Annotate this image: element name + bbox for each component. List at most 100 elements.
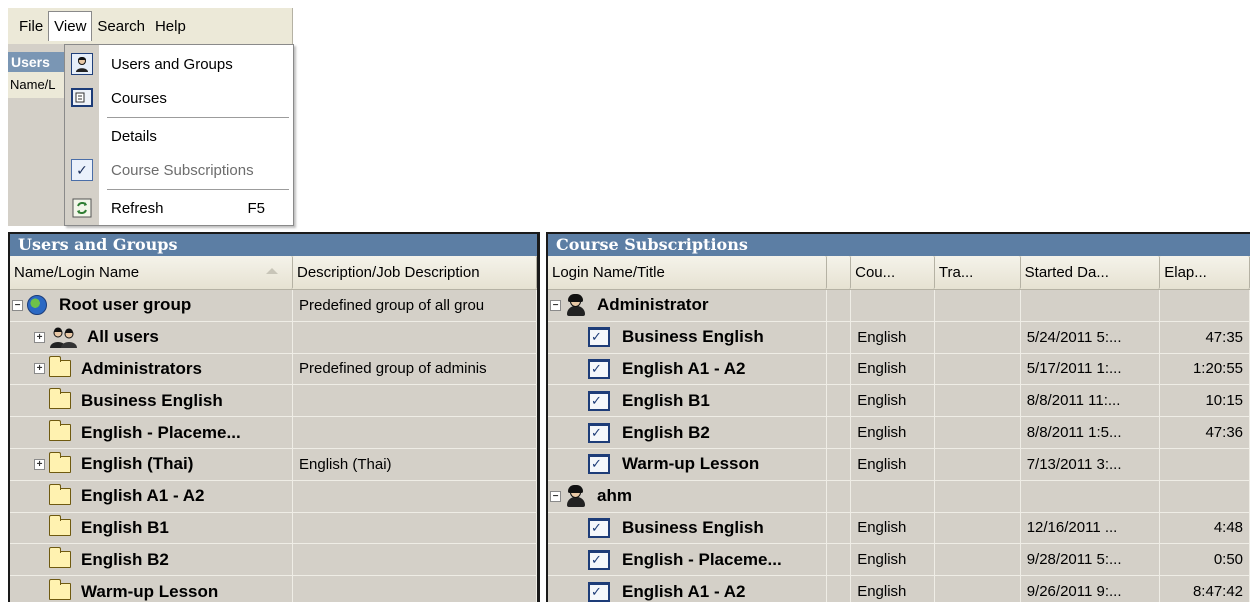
cell-name: + All users: [10, 321, 293, 353]
users-icon: [49, 326, 79, 349]
column-header-elapsed[interactable]: Elap...: [1160, 256, 1250, 289]
table-row[interactable]: + All users: [10, 321, 537, 354]
users-tree: − Root user group Predefined group of all …: [10, 290, 537, 602]
expand-icon[interactable]: +: [34, 331, 45, 343]
user-icon: [565, 485, 587, 508]
cell-started-date: 5/17/2011 1:...: [1021, 353, 1161, 385]
course-icon: [588, 517, 610, 538]
cell-description: [293, 480, 537, 512]
cell-flag: [827, 544, 852, 576]
cell-tra: [935, 417, 1021, 448]
cell-started-date: 8/8/2011 11:...: [1021, 385, 1161, 417]
menu-item-shortcut: F5: [247, 199, 265, 217]
table-row[interactable]: + Administrators Predefined group of admin…: [10, 353, 537, 386]
cell-elapsed: 47:35: [1160, 321, 1250, 353]
table-row[interactable]: Warm-up Lesson: [10, 576, 537, 602]
row-label: Administrator: [597, 295, 709, 315]
sort-ascending-icon: [266, 268, 278, 274]
cell-flag: [827, 290, 852, 321]
cell-name: English - Placeme...: [10, 417, 293, 448]
cell-started-date: 8/8/2011 1:5...: [1021, 417, 1161, 448]
collapse-icon[interactable]: −: [550, 299, 561, 311]
row-label: English B2: [622, 422, 710, 442]
collapse-icon[interactable]: −: [12, 299, 23, 311]
column-header-started-date[interactable]: Started Da...: [1020, 256, 1161, 289]
cell-name: + English (Thai): [10, 448, 293, 480]
row-label: Warm-up Lesson: [81, 581, 219, 601]
subscription-row[interactable]: English B2 English 8/8/2011 1:5...47:36: [548, 417, 1250, 449]
cell-started-date: [1020, 290, 1161, 321]
menu-file[interactable]: File: [14, 12, 48, 41]
subscription-row[interactable]: Business English English 5/24/2011 5:...47…: [548, 321, 1250, 354]
column-header-flag[interactable]: [827, 256, 852, 289]
subscription-row[interactable]: English A1 - A2 English 5/17/2011 1:...1:2…: [548, 353, 1250, 386]
column-header-course[interactable]: Cou...: [851, 256, 935, 289]
cell-tra: [934, 290, 1021, 321]
folder-icon: [49, 388, 71, 410]
menu-item-details[interactable]: Details: [65, 119, 293, 153]
table-row[interactable]: English B1: [10, 512, 537, 545]
column-header-login-title[interactable]: Login Name/Title: [548, 256, 828, 289]
row-label: English (Thai): [81, 454, 194, 474]
table-row[interactable]: English B2: [10, 544, 537, 577]
menu-item-label: Users and Groups: [111, 55, 233, 73]
cell-started-date: 9/26/2011 9:...: [1021, 576, 1161, 602]
subscription-row[interactable]: English B1 English 8/8/2011 11:...10:15: [548, 385, 1250, 418]
cell-elapsed: 1:20:55: [1160, 353, 1250, 385]
table-row[interactable]: + English (Thai) English (Thai): [10, 448, 537, 481]
subscription-row[interactable]: Business English English 12/16/2011 ...4:4…: [548, 512, 1250, 545]
cell-elapsed: 0:50: [1160, 544, 1250, 576]
cell-description: [293, 417, 537, 448]
cell-login-title: English - Placeme...: [548, 544, 828, 576]
cell-course: English: [851, 321, 935, 353]
view-menu-dropdown: Users and Groups Courses Details ✓ Cours…: [64, 44, 294, 226]
cell-description: [293, 321, 537, 353]
row-label: English B2: [81, 549, 169, 569]
cell-description: [293, 385, 537, 417]
subscription-row[interactable]: English A1 - A2 English 9/26/2011 9:...8:4…: [548, 576, 1250, 602]
menu-item-users-and-groups[interactable]: Users and Groups: [65, 47, 293, 81]
column-header-description[interactable]: Description/Job Description: [293, 256, 537, 289]
table-row[interactable]: English A1 - A2: [10, 480, 537, 513]
cell-name: + Administrators: [10, 353, 293, 385]
cell-elapsed: [1160, 448, 1250, 480]
menu-item-courses[interactable]: Courses: [65, 81, 293, 115]
collapse-icon[interactable]: −: [550, 490, 561, 502]
cell-name: Warm-up Lesson: [10, 576, 293, 602]
cell-elapsed: [1160, 290, 1250, 321]
menu-help[interactable]: Help: [150, 12, 191, 41]
cell-description: English (Thai): [293, 448, 537, 480]
menu-view[interactable]: View: [48, 11, 93, 41]
user-row[interactable]: − Administrator: [548, 290, 1250, 322]
cell-name: Business English: [10, 385, 293, 417]
cell-elapsed: 4:48: [1160, 512, 1250, 544]
row-label: English A1 - A2: [81, 486, 205, 506]
cell-flag: [827, 321, 852, 353]
cell-description: [293, 576, 537, 602]
cell-course: English: [851, 512, 935, 544]
refresh-icon: [65, 191, 99, 225]
menu-item-course-subscriptions[interactable]: ✓ Course Subscriptions: [65, 153, 293, 187]
column-header-tra[interactable]: Tra...: [934, 256, 1021, 289]
row-label: Business English: [622, 327, 764, 347]
expand-icon[interactable]: +: [34, 458, 45, 470]
subscriptions-tree: − Administrator Business English English 5/2…: [548, 290, 1250, 602]
cell-elapsed: 8:47:42: [1160, 576, 1250, 602]
table-row[interactable]: English - Placeme...: [10, 417, 537, 449]
menu-item-label: Details: [111, 127, 157, 145]
menu-item-refresh[interactable]: Refresh F5: [65, 191, 293, 225]
panel-title: Course Subscriptions: [548, 234, 1250, 256]
row-label: All users: [87, 327, 159, 347]
table-row[interactable]: − Root user group Predefined group of all …: [10, 290, 537, 322]
expand-icon[interactable]: +: [34, 363, 45, 375]
cell-login-title: English B2: [548, 417, 828, 448]
user-row[interactable]: − ahm: [548, 480, 1250, 513]
course-icon: [588, 327, 610, 348]
subscription-row[interactable]: English - Placeme... English 9/28/2011 5:.…: [548, 544, 1250, 577]
column-header-name[interactable]: Name/Login Name: [10, 256, 293, 289]
table-row[interactable]: Business English: [10, 385, 537, 418]
subscription-row[interactable]: Warm-up Lesson English 7/13/2011 3:...: [548, 448, 1250, 481]
menu-search[interactable]: Search: [92, 12, 150, 41]
folder-icon: [49, 547, 71, 569]
column-header-row: Name/Login Name Description/Job Descript…: [10, 256, 537, 290]
